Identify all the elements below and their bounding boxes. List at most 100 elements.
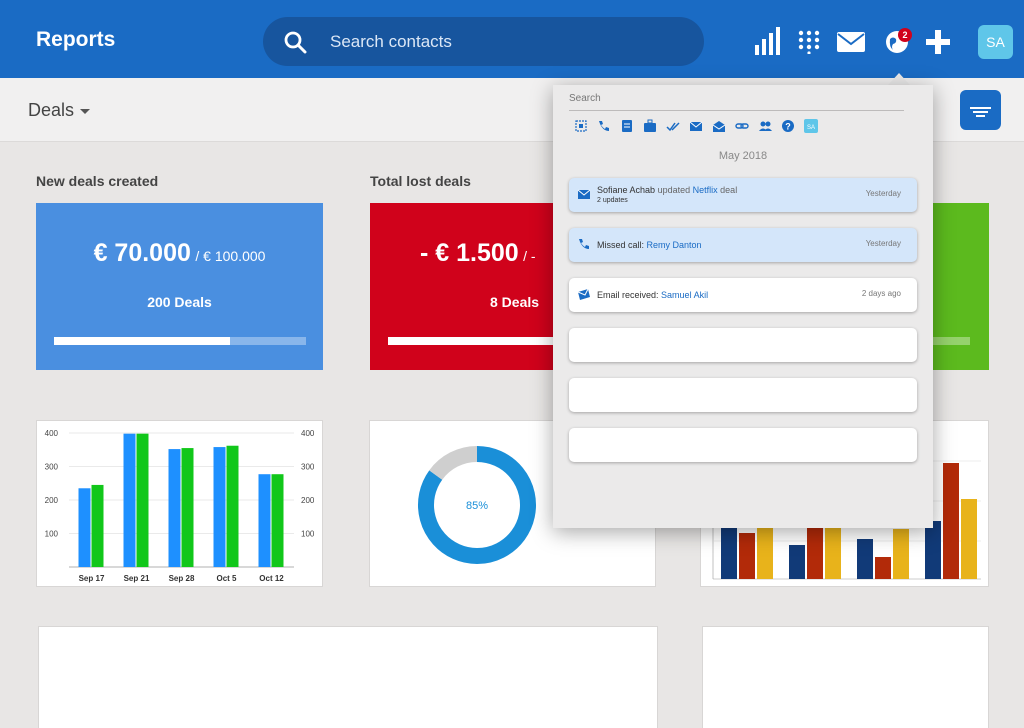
search-bar[interactable]: Search contacts xyxy=(263,17,704,66)
bar xyxy=(123,433,136,567)
notification-count-badge: 2 xyxy=(898,28,912,42)
new-deals-progress xyxy=(54,337,306,345)
x-tick-label: Sep 17 xyxy=(79,574,105,583)
notification-item[interactable]: Sofiane Achab updated Netflix deal 2 upd… xyxy=(569,178,917,212)
notification-sub: 2 updates xyxy=(597,197,628,204)
bar xyxy=(213,447,226,567)
bar xyxy=(226,445,239,567)
column-group-2 xyxy=(789,519,841,579)
notification-verb: updated xyxy=(657,185,691,195)
y-tick-label-right: 100 xyxy=(301,530,315,539)
user-avatar[interactable]: SA xyxy=(978,25,1013,59)
filter-button[interactable] xyxy=(960,90,1001,130)
donut-slice xyxy=(429,446,478,481)
notification-time: 2 days ago xyxy=(861,289,901,298)
app-title: Reports xyxy=(36,28,116,51)
notification-actor: Sofiane Achab xyxy=(597,185,656,195)
note-filter-icon[interactable] xyxy=(620,119,634,133)
lost-deals-target: / - xyxy=(523,248,536,264)
mail-icon[interactable] xyxy=(836,31,866,53)
phone-icon xyxy=(579,239,589,249)
mail-icon xyxy=(577,189,591,199)
apps-grid-icon[interactable] xyxy=(798,30,820,54)
y-tick-label-right: 200 xyxy=(301,496,315,505)
notifications-dropdown: Search ? SA May 2018 Sofiane Achab updat… xyxy=(553,85,933,528)
notification-prefix: Email received: xyxy=(597,290,659,300)
x-tick-label: Sep 21 xyxy=(124,574,150,583)
filter-lines-icon xyxy=(970,107,991,117)
lost-deals-value: - € 1.500 xyxy=(420,239,519,267)
new-deals-value: € 70.000 xyxy=(93,239,191,267)
mail-received-icon xyxy=(577,288,590,300)
mail-filter-icon[interactable] xyxy=(689,119,703,133)
deals-selector[interactable]: Deals xyxy=(28,100,91,121)
all-filter-icon[interactable] xyxy=(574,119,588,133)
y-tick-label-right: 300 xyxy=(301,463,315,472)
notifications-month-header: May 2018 xyxy=(718,150,768,162)
new-deals-count: 200 Deals xyxy=(147,294,212,310)
mail-open-filter-icon[interactable] xyxy=(712,119,726,133)
notification-placeholder xyxy=(569,328,917,362)
notification-link[interactable]: Samuel Akil xyxy=(661,290,708,300)
x-tick-label: Oct 12 xyxy=(259,574,284,583)
svg-text:?: ? xyxy=(785,122,791,132)
bar-chart-panel: 100 100 200 200 300 300 400 400 Sep 17 Sep 21 Sep … xyxy=(36,420,323,587)
bottom-left-panel xyxy=(38,626,658,728)
link-filter-icon[interactable] xyxy=(735,119,749,133)
search-icon xyxy=(284,31,307,54)
y-tick-label-left: 100 xyxy=(45,530,59,539)
bar-chart: 100 100 200 200 300 300 400 400 Sep 17 Sep 21 Sep … xyxy=(45,429,315,583)
lost-deals-title: Total lost deals xyxy=(370,173,471,189)
notification-placeholder xyxy=(569,428,917,462)
notification-text: Email received: Samuel Akil xyxy=(597,290,708,300)
notification-text: Missed call: Remy Danton xyxy=(597,240,702,250)
briefcase-filter-icon[interactable] xyxy=(643,119,657,133)
column-group-3 xyxy=(857,529,909,579)
deals-selector-label: Deals xyxy=(28,100,75,120)
notification-suffix: deal xyxy=(720,185,738,195)
y-tick-label-left: 400 xyxy=(45,429,59,438)
check-filter-icon[interactable] xyxy=(666,119,680,133)
notification-placeholder xyxy=(569,378,917,412)
notifications-search-input[interactable]: Search xyxy=(569,93,904,111)
lost-deals-progress-fill xyxy=(388,337,559,345)
bar xyxy=(136,433,149,567)
new-deals-value-row: € 70.000 / € 100.000 xyxy=(36,239,323,268)
bar xyxy=(181,448,194,567)
notification-item[interactable]: Email received: Samuel Akil 2 days ago xyxy=(569,278,917,312)
y-tick-label-right: 400 xyxy=(301,429,315,438)
x-tick-label: Oct 5 xyxy=(216,574,237,583)
dropdown-pointer xyxy=(888,73,910,85)
new-deals-progress-fill xyxy=(54,337,231,345)
notification-item[interactable]: Missed call: Remy Danton Yesterday xyxy=(569,228,917,262)
notification-time: Yesterday xyxy=(865,239,901,248)
bar xyxy=(78,488,91,567)
new-deals-card[interactable]: € 70.000 / € 100.000 200 Deals xyxy=(36,203,323,370)
y-tick-label-left: 300 xyxy=(45,463,59,472)
bar xyxy=(258,474,271,567)
notifications-filter-bar: ? SA xyxy=(574,118,818,134)
notification-link[interactable]: Netflix xyxy=(693,185,718,195)
x-tick-label: Sep 28 xyxy=(169,574,195,583)
add-icon[interactable] xyxy=(926,30,950,54)
search-input[interactable]: Search contacts xyxy=(330,32,452,52)
sa-filter-icon[interactable]: SA xyxy=(804,119,818,133)
bar xyxy=(168,449,181,567)
y-tick-label-left: 200 xyxy=(45,496,59,505)
top-bar: Reports Search contacts 2 SA xyxy=(0,0,1024,78)
chevron-down-icon xyxy=(80,108,91,114)
bar xyxy=(91,484,104,567)
donut-label: 85% xyxy=(466,500,488,512)
lost-deals-count: 8 Deals xyxy=(490,294,540,310)
reports-icon[interactable] xyxy=(755,27,781,55)
help-filter-icon[interactable]: ? xyxy=(781,119,795,133)
people-filter-icon[interactable] xyxy=(758,119,772,133)
notification-time: Yesterday xyxy=(865,189,901,198)
new-deals-target: / € 100.000 xyxy=(195,248,266,264)
bar xyxy=(271,474,284,567)
phone-filter-icon[interactable] xyxy=(597,119,611,133)
new-deals-title: New deals created xyxy=(36,173,159,189)
notification-prefix: Missed call: xyxy=(597,240,645,250)
notification-text: Sofiane Achab updated Netflix deal 2 upd… xyxy=(597,185,737,204)
notification-link[interactable]: Remy Danton xyxy=(647,240,702,250)
